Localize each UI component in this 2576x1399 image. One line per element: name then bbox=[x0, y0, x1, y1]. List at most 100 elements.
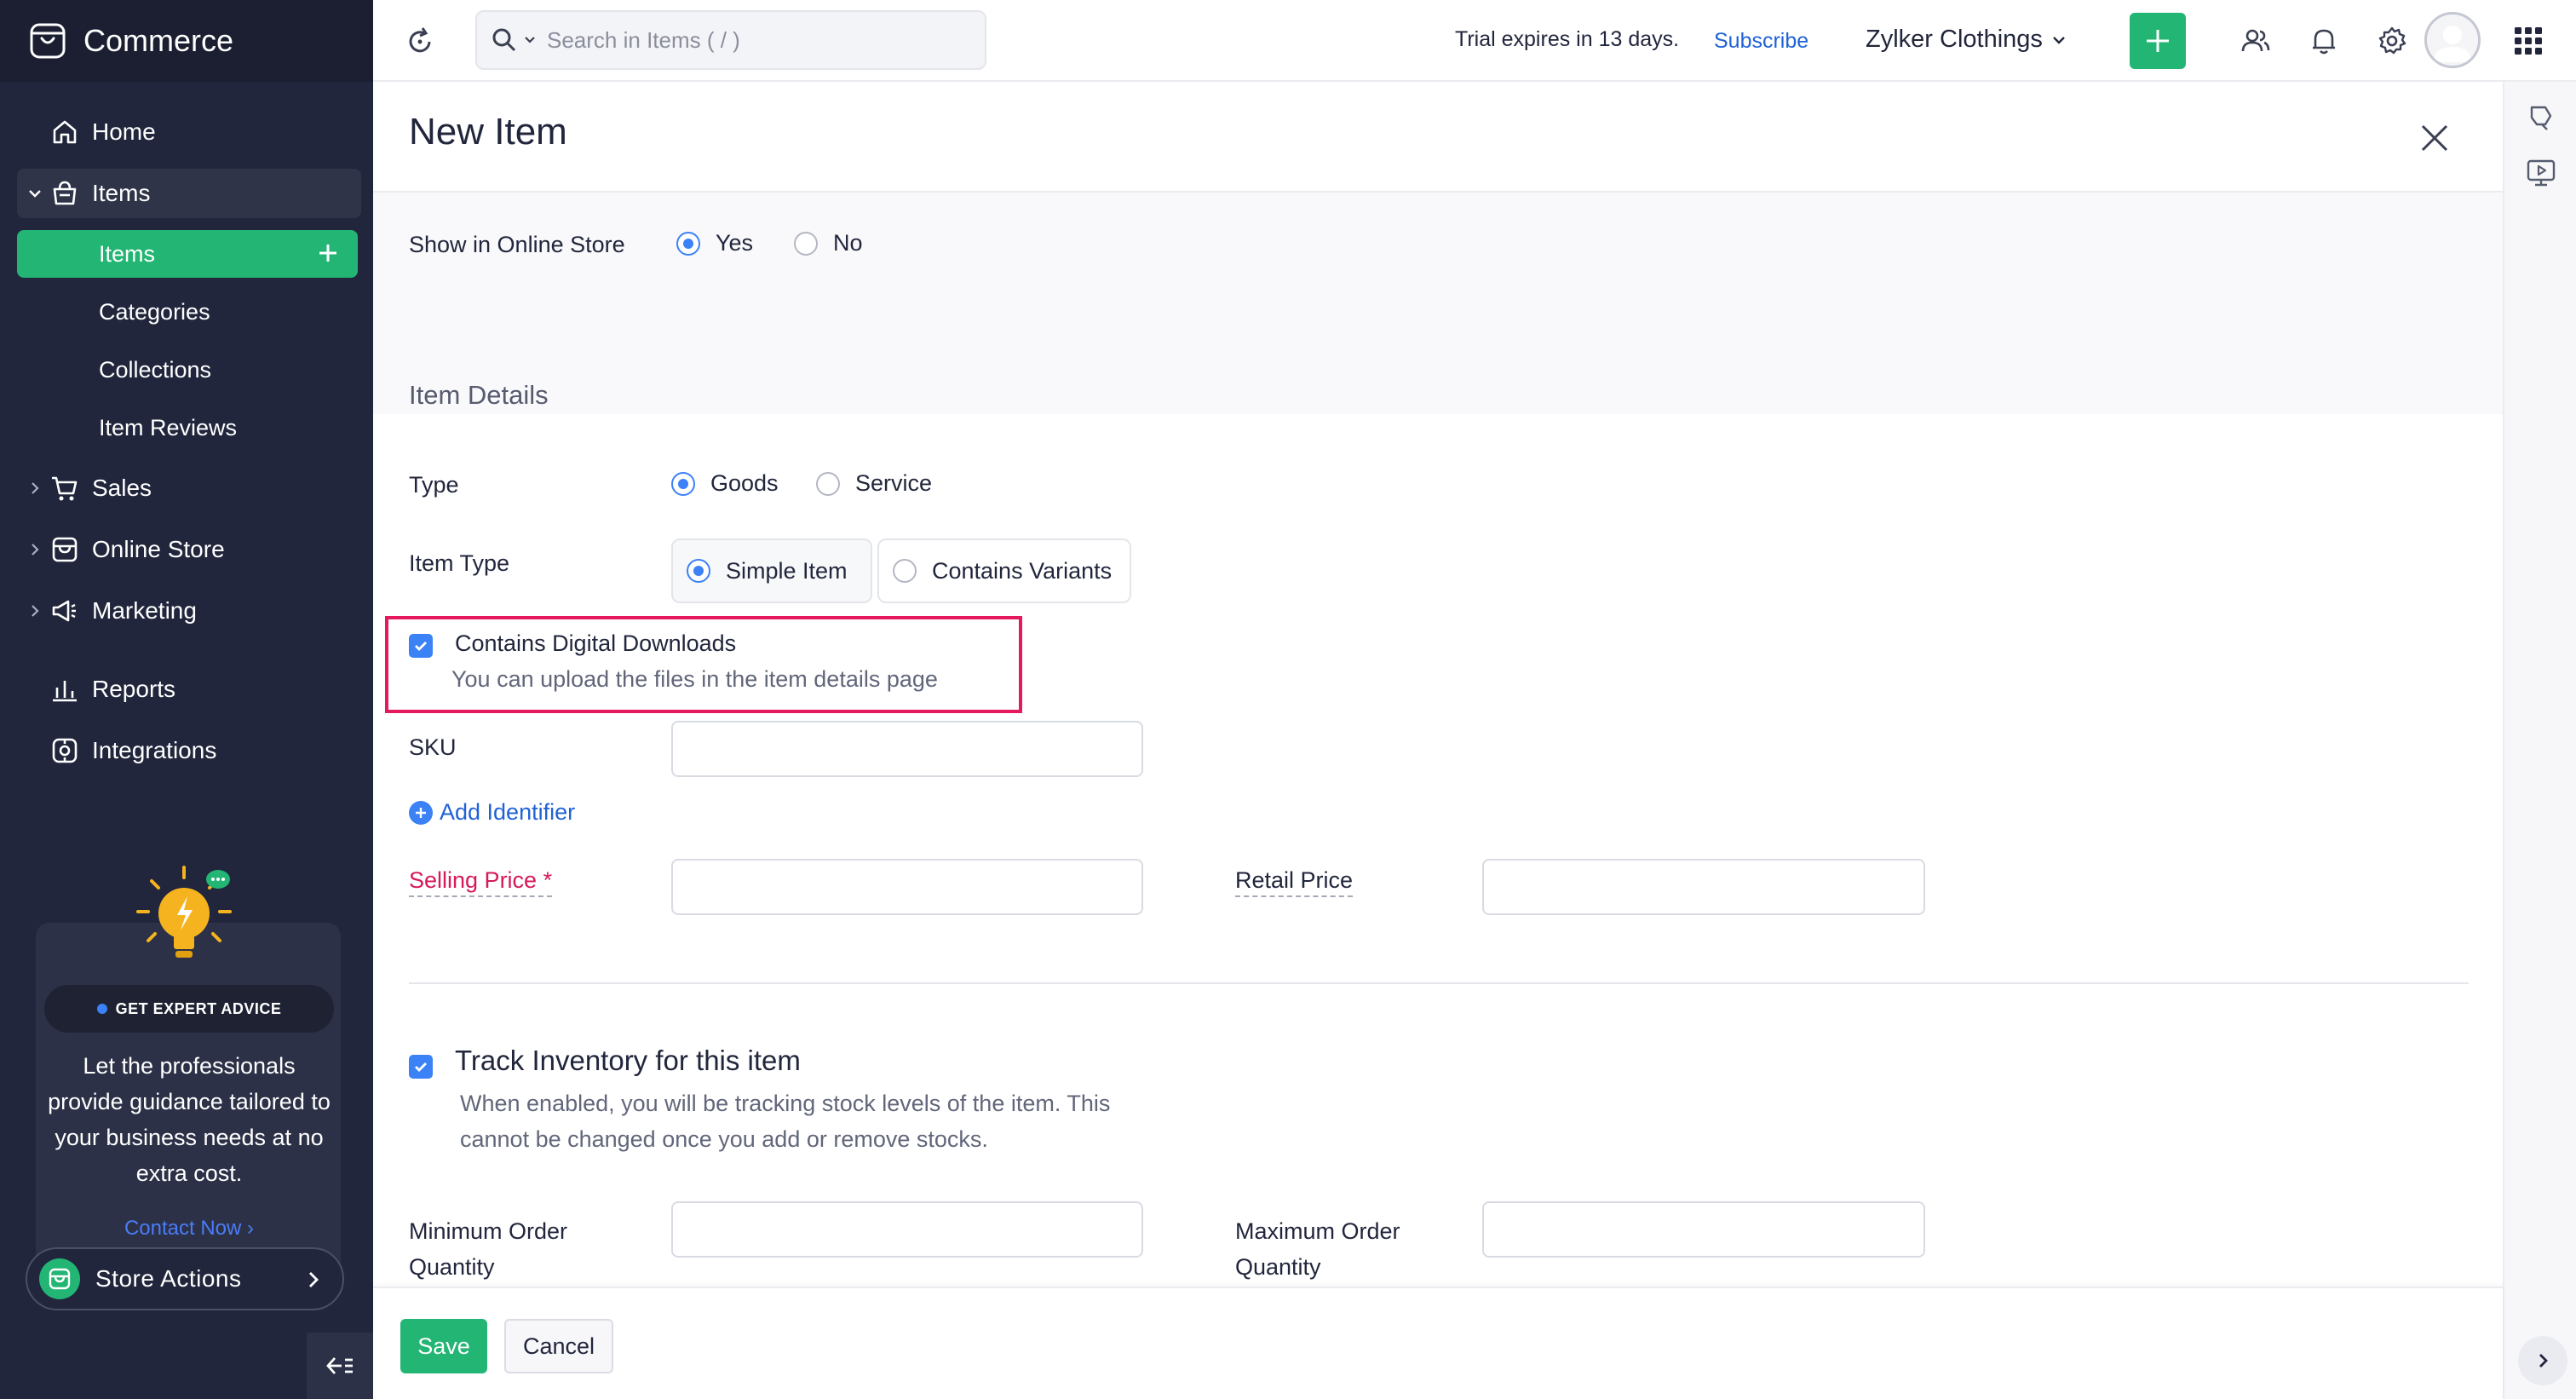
form-footer: Save Cancel bbox=[373, 1287, 2503, 1399]
plus-icon bbox=[2147, 30, 2169, 52]
brand-bar[interactable]: Commerce bbox=[0, 0, 373, 82]
plus-icon[interactable] bbox=[313, 239, 342, 268]
search-icon[interactable] bbox=[491, 26, 518, 54]
max-order-label: Maximum Order Quantity bbox=[1235, 1213, 1400, 1285]
max-order-label-line-1: Maximum Order bbox=[1235, 1218, 1400, 1244]
checkmark-icon bbox=[415, 1062, 427, 1072]
radio-online-no[interactable]: No bbox=[794, 230, 863, 256]
shopping-bag-icon bbox=[30, 23, 66, 59]
page-header: New Item bbox=[373, 82, 2503, 193]
track-inventory-hint-line-2: cannot be changed once you add or remove… bbox=[460, 1126, 988, 1152]
close-icon[interactable] bbox=[2418, 121, 2452, 155]
collapse-sidebar-button[interactable] bbox=[307, 1333, 373, 1399]
collapse-icon bbox=[326, 1357, 353, 1374]
sidebar-item-integrations[interactable]: Integrations bbox=[17, 726, 361, 775]
radio-selected-icon bbox=[676, 231, 700, 256]
search-bar[interactable] bbox=[475, 10, 986, 70]
sidebar-item-items-group[interactable]: Items bbox=[17, 169, 361, 218]
status-dot bbox=[96, 1004, 107, 1014]
online-store-section: Show in Online Store Yes No bbox=[373, 193, 2503, 414]
selling-price-input[interactable] bbox=[671, 859, 1143, 915]
sidebar-item-label: Marketing bbox=[92, 597, 197, 624]
max-order-quantity-input[interactable] bbox=[1482, 1201, 1925, 1258]
sidebar-subitem-label: Categories bbox=[99, 298, 210, 325]
add-identifier-link[interactable]: Add Identifier bbox=[409, 799, 575, 826]
video-tutorial-icon[interactable] bbox=[2525, 157, 2557, 189]
store-icon bbox=[52, 537, 78, 562]
advice-pill-label: GET EXPERT ADVICE bbox=[115, 999, 282, 1017]
radio-selected-icon bbox=[687, 559, 710, 583]
sidebar-subitem-collections[interactable]: Collections bbox=[17, 346, 358, 394]
min-order-label-line-1: Minimum Order bbox=[409, 1218, 568, 1244]
sidebar-subitem-categories[interactable]: Categories bbox=[17, 288, 358, 336]
min-order-label: Minimum Order Quantity bbox=[409, 1213, 567, 1285]
digital-downloads-checkbox[interactable] bbox=[409, 634, 433, 658]
chevron-right-icon bbox=[309, 1272, 319, 1287]
expand-rail-button[interactable] bbox=[2518, 1336, 2567, 1385]
retail-price-input[interactable] bbox=[1482, 859, 1925, 915]
organization-switcher[interactable]: Zylker Clothings bbox=[1866, 26, 2067, 54]
chevron-down-icon[interactable] bbox=[523, 33, 537, 47]
show-online-store-label: Show in Online Store bbox=[409, 232, 625, 257]
get-expert-advice-pill: GET EXPERT ADVICE bbox=[44, 985, 334, 1033]
track-inventory-checkbox[interactable] bbox=[409, 1055, 433, 1079]
sidebar-item-label: Items bbox=[92, 180, 151, 206]
radio-online-yes[interactable]: Yes bbox=[676, 230, 753, 256]
sidebar-item-home[interactable]: Home bbox=[17, 107, 361, 157]
store-actions-button[interactable]: Store Actions bbox=[26, 1247, 344, 1310]
contact-now-link[interactable]: Contact Now › bbox=[44, 1217, 334, 1241]
search-input[interactable] bbox=[547, 26, 956, 54]
sidebar-item-label: Home bbox=[92, 118, 156, 145]
lightbulb-icon bbox=[136, 866, 232, 958]
sku-label: SKU bbox=[409, 734, 457, 760]
sku-input[interactable] bbox=[671, 721, 1143, 777]
retail-price-label: Retail Price bbox=[1235, 867, 1354, 897]
min-order-quantity-input[interactable] bbox=[671, 1201, 1143, 1258]
sidebar-subitem-item-reviews[interactable]: Item Reviews bbox=[17, 404, 358, 452]
chevron-down-icon bbox=[29, 190, 41, 198]
feedback-icon[interactable] bbox=[2525, 101, 2557, 133]
chevron-right-icon bbox=[32, 544, 39, 556]
sidebar-item-label: Reports bbox=[92, 676, 176, 702]
radio-type-service[interactable]: Service bbox=[816, 470, 932, 497]
megaphone-icon bbox=[52, 600, 76, 622]
item-type-variants[interactable]: Contains Variants bbox=[877, 538, 1131, 603]
sidebar-subitem-label: Item Reviews bbox=[99, 414, 238, 440]
min-order-label-line-2: Quantity bbox=[409, 1254, 495, 1280]
sidebar-item-label: Integrations bbox=[92, 737, 217, 763]
radio-label: Contains Variants bbox=[932, 557, 1113, 584]
save-button[interactable]: Save bbox=[400, 1319, 487, 1373]
cancel-button[interactable]: Cancel bbox=[504, 1319, 613, 1373]
sidebar-item-online-store[interactable]: Online Store bbox=[17, 525, 361, 574]
subscribe-link[interactable]: Subscribe bbox=[1714, 29, 1808, 54]
max-order-label-line-2: Quantity bbox=[1235, 1254, 1321, 1280]
sidebar-item-label: Online Store bbox=[92, 536, 225, 562]
refresh-icon[interactable] bbox=[404, 26, 436, 58]
sidebar-item-sales[interactable]: Sales bbox=[17, 463, 361, 513]
users-icon[interactable] bbox=[2240, 26, 2271, 56]
apps-grid-icon[interactable] bbox=[2513, 26, 2544, 56]
advice-text: Let the professionals provide guidance t… bbox=[48, 1053, 331, 1186]
selling-price-label: Selling Price * bbox=[409, 867, 553, 897]
radio-type-goods[interactable]: Goods bbox=[671, 470, 779, 497]
add-identifier-label: Add Identifier bbox=[440, 799, 576, 825]
digital-downloads-title: Contains Digital Downloads bbox=[455, 630, 737, 656]
sidebar-subitem-items[interactable]: Items bbox=[17, 230, 358, 278]
quick-create-button[interactable] bbox=[2130, 13, 2186, 69]
checkmark-icon bbox=[415, 642, 427, 651]
store-icon bbox=[39, 1258, 80, 1299]
item-details-heading: Item Details bbox=[409, 380, 549, 410]
chevron-right-icon bbox=[32, 482, 39, 494]
item-type-simple[interactable]: Simple Item bbox=[671, 538, 872, 603]
chevron-right-icon bbox=[2539, 1354, 2548, 1367]
sidebar-subitem-label: Collections bbox=[99, 356, 212, 383]
trial-notice: Trial expires in 13 days. bbox=[1455, 27, 1680, 51]
sidebar-item-marketing[interactable]: Marketing bbox=[17, 586, 361, 636]
gear-icon[interactable] bbox=[2377, 26, 2407, 56]
sidebar-item-reports[interactable]: Reports bbox=[17, 665, 361, 714]
divider bbox=[409, 982, 2469, 984]
home-icon bbox=[53, 120, 77, 144]
avatar[interactable] bbox=[2424, 12, 2481, 68]
bell-icon[interactable] bbox=[2309, 26, 2339, 56]
radio-unselected-icon bbox=[893, 559, 917, 583]
